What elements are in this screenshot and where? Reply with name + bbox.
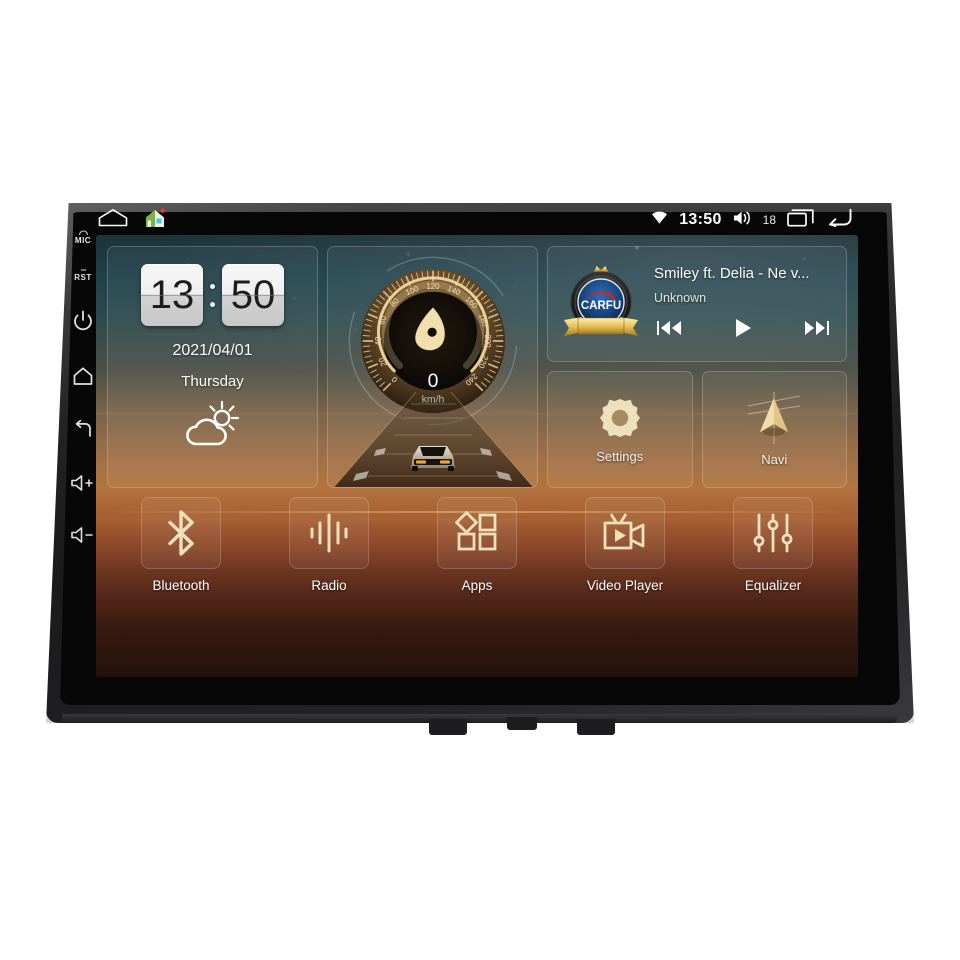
navigation-arrow-icon [748, 392, 801, 444]
clock-minutes: 50 [230, 273, 276, 317]
road-animation [328, 392, 537, 487]
music-info: Smiley ft. Delia - Ne v... Unknown [644, 265, 836, 343]
back-arrow-icon[interactable] [825, 208, 854, 232]
dock-app-apps[interactable]: Apps [403, 497, 551, 607]
mount-tab [507, 717, 537, 730]
radio-waves-icon [310, 513, 348, 553]
dock-app-radio[interactable]: Radio [255, 497, 403, 607]
volume-down-icon [71, 527, 93, 543]
speedometer-widget[interactable]: 020406080100120140160180200220240 0 km/h [327, 246, 538, 488]
carfu-wordmark: CARFU [581, 300, 621, 312]
music-controls [654, 318, 836, 343]
carfu-badge-icon: CARFU [564, 266, 638, 336]
house-app-glyph-icon [146, 207, 165, 227]
prev-track-icon [657, 321, 681, 335]
settings-tile-label: Settings [596, 449, 644, 464]
app-dock: Bluetooth Radio Apps Video Player Equali… [107, 497, 847, 607]
bluetooth-label: Bluetooth [152, 578, 210, 593]
apps-button[interactable] [437, 497, 517, 569]
device-base-shelf [62, 714, 898, 723]
next-track-button[interactable] [804, 319, 830, 342]
play-button[interactable] [732, 318, 754, 343]
equalizer-button[interactable] [733, 497, 813, 569]
status-time: 13:50 [679, 211, 722, 228]
radio-label: Radio [311, 578, 347, 593]
mic-key-label: MIC [74, 236, 92, 245]
equalizer-sliders-icon [753, 513, 793, 553]
home-outline-icon[interactable] [98, 208, 128, 232]
mount-tab [429, 719, 467, 735]
home-outline-glyph-icon [98, 209, 128, 227]
house-app-icon[interactable] [144, 207, 166, 233]
flip-clock: 13 50 [108, 264, 317, 326]
recents-icon[interactable] [787, 208, 814, 232]
volume-glyph-icon [733, 211, 750, 224]
next-track-icon [805, 321, 829, 335]
prev-track-button[interactable] [656, 319, 682, 342]
android-status-bar: 13:50 18 [98, 207, 858, 233]
clock-date: 2021/04/01 [172, 342, 253, 359]
wifi-glyph-icon [652, 211, 668, 224]
volume-up-icon [71, 475, 93, 491]
gear-icon [599, 399, 640, 437]
back-arrow-icon [75, 420, 91, 437]
clock-widget[interactable]: 13 50 2021/04/01 Thursday [107, 246, 318, 488]
head-unit-device: MIC RST 13:50 18 13 50 2021/04/01 Thursd… [46, 203, 914, 735]
music-widget[interactable]: CARFU Smiley ft. Delia - Ne v... Unknown [547, 246, 847, 362]
video-player-button[interactable] [585, 497, 665, 569]
video-camera-icon [603, 513, 645, 550]
road-and-car-graphic [333, 392, 534, 487]
mount-tab [577, 719, 615, 735]
partly-cloudy-icon [185, 400, 239, 446]
apps-label: Apps [461, 578, 493, 593]
clock-weekday: Thursday [181, 373, 244, 390]
video-player-label: Video Player [586, 578, 664, 593]
track-artist: Unknown [654, 291, 707, 305]
volume-level: 18 [762, 213, 776, 227]
navi-tile[interactable]: Navi [701, 371, 847, 488]
screenshot-canvas: MIC RST 13:50 18 13 50 2021/04/01 Thursd… [0, 0, 960, 960]
bluetooth-button[interactable] [141, 497, 221, 569]
equalizer-label: Equalizer [744, 578, 802, 593]
widget-row: 13 50 2021/04/01 Thursday 0 20 40 60 80 … [107, 246, 847, 488]
clock-hours: 13 [149, 273, 195, 317]
right-widget-column: CARFU Smiley ft. Delia - Ne v... Unknown [547, 246, 847, 488]
dock-app-video-player[interactable]: Video Player [551, 497, 699, 607]
shortcut-tile-row: Settings Navi [547, 371, 847, 488]
play-icon [736, 319, 751, 337]
radio-button[interactable] [289, 497, 369, 569]
mic-glyph-icon [78, 230, 88, 236]
dock-app-bluetooth[interactable]: Bluetooth [107, 497, 255, 607]
reset-key-label: RST [74, 273, 92, 282]
settings-tile[interactable]: Settings [547, 371, 693, 488]
back-arrow-glyph-icon [829, 208, 852, 227]
dock-app-equalizer[interactable]: Equalizer [699, 497, 847, 607]
wifi-icon [651, 211, 668, 230]
bluetooth-icon [168, 510, 194, 556]
home-icon [73, 367, 93, 385]
clock-colon [210, 283, 215, 307]
power-icon [74, 310, 92, 331]
apps-grid-icon [455, 511, 497, 551]
volume-icon[interactable] [733, 210, 752, 231]
touchscreen-display[interactable]: 13 50 2021/04/01 Thursday 0 20 40 60 80 … [96, 235, 858, 677]
carfu-logo: CARFU [558, 256, 644, 352]
navi-tile-label: Navi [761, 452, 788, 467]
weather-area[interactable] [108, 400, 317, 448]
clock-minutes-card: 50 [222, 264, 284, 326]
track-title: Smiley ft. Delia - Ne v... [654, 265, 810, 282]
recents-glyph-icon [787, 209, 814, 227]
speed-value: 0 [427, 370, 438, 392]
clock-hours-card: 13 [141, 264, 203, 326]
